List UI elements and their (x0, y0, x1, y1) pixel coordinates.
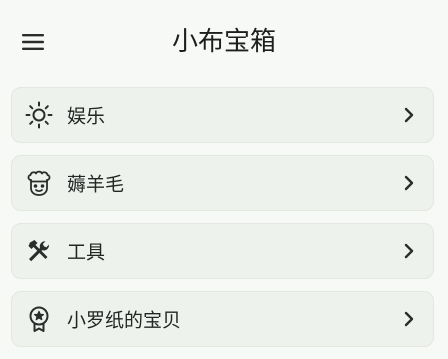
list-item-label: 娱乐 (67, 105, 106, 128)
tools-icon (25, 237, 53, 265)
page-title: 小布宝箱 (171, 27, 276, 57)
list-item-tools[interactable]: 工具 (11, 223, 434, 279)
sun-icon (25, 101, 53, 129)
chef-face-icon (25, 169, 53, 197)
menu-list: 娱乐 薅羊毛 工具 小罗纸的宝贝 (11, 87, 434, 359)
chevron-right-icon (402, 105, 416, 125)
list-item-deals[interactable]: 薅羊毛 (11, 155, 434, 211)
list-item-entertainment[interactable]: 娱乐 (11, 87, 434, 143)
list-item-treasures[interactable]: 小罗纸的宝贝 (11, 291, 434, 347)
chevron-right-icon (402, 173, 416, 193)
list-item-label: 工具 (67, 241, 106, 264)
award-ribbon-icon (25, 305, 53, 333)
chevron-right-icon (402, 309, 416, 329)
list-item-label: 小罗纸的宝贝 (67, 309, 182, 332)
app-bar: 小布宝箱 (0, 0, 448, 82)
chevron-right-icon (402, 241, 416, 261)
list-item-label: 薅羊毛 (67, 173, 125, 196)
